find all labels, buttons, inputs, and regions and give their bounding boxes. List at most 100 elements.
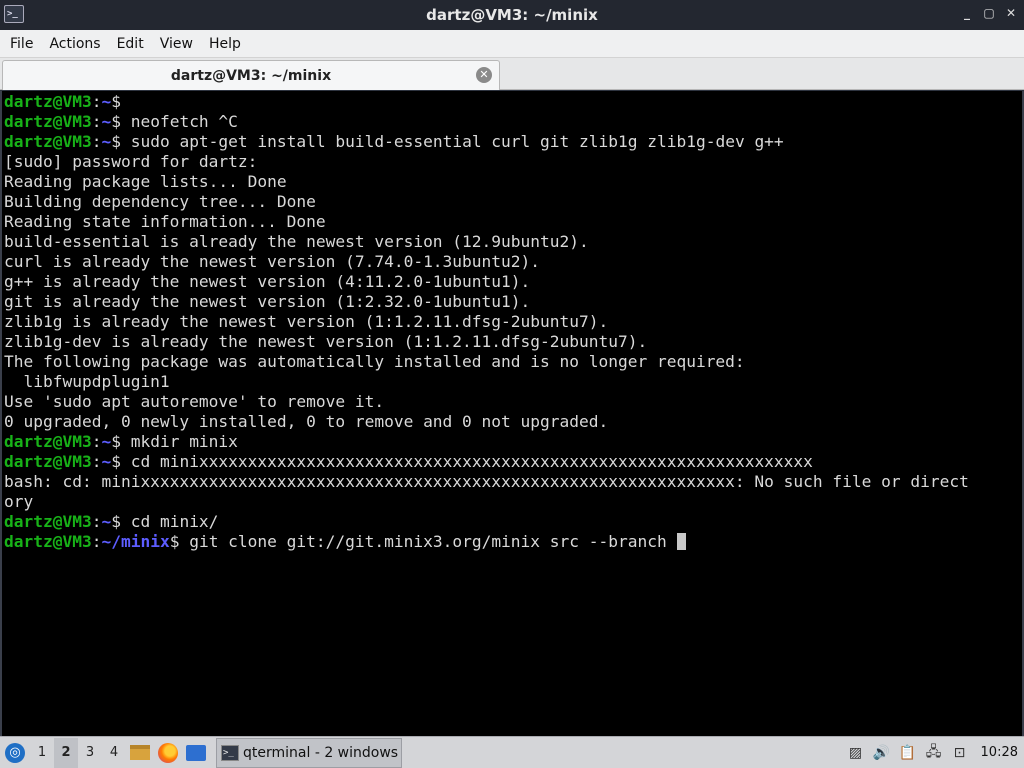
terminal-output-line: build-essential is already the newest ve… (4, 232, 1022, 252)
notifications-icon[interactable]: ▨ (843, 738, 869, 768)
terminal-output-line: ory (4, 492, 1022, 512)
file-manager-launcher[interactable] (126, 738, 154, 768)
terminal-output-line: zlib1g-dev is already the newest version… (4, 332, 1022, 352)
prompt-command: mkdir minix (120, 432, 238, 451)
menu-view[interactable]: View (154, 36, 199, 52)
menu-bar: File Actions Edit View Help (0, 30, 1024, 58)
terminal-output-line: Building dependency tree... Done (4, 192, 1022, 212)
show-desktop-button[interactable] (182, 738, 210, 768)
minimize-button[interactable]: _ (960, 6, 974, 20)
terminal-output-line: Reading state information... Done (4, 212, 1022, 232)
window-title: dartz@VM3: ~/minix (426, 6, 598, 24)
folder-icon (130, 745, 150, 760)
prompt-user-host: dartz@VM3 (4, 92, 92, 111)
menu-actions[interactable]: Actions (43, 36, 106, 52)
output-text: ory (4, 492, 34, 511)
prompt-user-host: dartz@VM3 (4, 452, 92, 471)
terminal-output-line: bash: cd: minixxxxxxxxxxxxxxxxxxxxxxxxxx… (4, 472, 1022, 492)
window-titlebar[interactable]: >_ dartz@VM3: ~/minix _ ▢ ✕ (0, 0, 1024, 30)
terminal-output-line: zlib1g is already the newest version (1:… (4, 312, 1022, 332)
terminal-output-line: Use 'sudo apt autoremove' to remove it. (4, 392, 1022, 412)
terminal-output-line: git is already the newest version (1:2.3… (4, 292, 1022, 312)
window-controls: _ ▢ ✕ (960, 6, 1018, 20)
close-button[interactable]: ✕ (1004, 6, 1018, 20)
maximize-button[interactable]: ▢ (982, 6, 996, 20)
output-text: zlib1g is already the newest version (1:… (4, 312, 609, 331)
system-tray: ▨ 🔊 📋 🖧 ⊡ 10:28 (843, 738, 1024, 768)
terminal-prompt-line: dartz@VM3:~$ sudo apt-get install build-… (4, 132, 784, 151)
terminal-prompt-line: dartz@VM3:~$ cd minix/ (4, 512, 219, 531)
terminal-prompt-line: dartz@VM3:~$ neofetch ^C (4, 112, 238, 131)
clock[interactable]: 10:28 (973, 745, 1024, 760)
output-text: git is already the newest version (1:2.3… (4, 292, 531, 311)
prompt-path: ~ (101, 432, 112, 451)
output-text: Reading package lists... Done (4, 172, 287, 191)
volume-icon[interactable]: 🔊 (869, 738, 895, 768)
tab-bar: dartz@VM3: ~/minix ✕ (0, 58, 1024, 90)
prompt-user-host: dartz@VM3 (4, 532, 92, 551)
output-text: [sudo] password for dartz: (4, 152, 258, 171)
output-text: 0 upgraded, 0 newly installed, 0 to remo… (4, 412, 609, 431)
terminal-icon: >_ (221, 744, 239, 761)
terminal-output-line: libfwupdplugin1 (4, 372, 1022, 392)
lubuntu-logo-icon: ◎ (5, 742, 25, 763)
output-text: The following package was automatically … (4, 352, 745, 371)
output-text: zlib1g-dev is already the newest version… (4, 332, 648, 351)
tab-label: dartz@VM3: ~/minix (170, 67, 332, 84)
prompt-user-host: dartz@VM3 (4, 432, 92, 451)
output-text: curl is already the newest version (7.74… (4, 252, 541, 271)
prompt-path: ~ (101, 112, 112, 131)
tab-terminal[interactable]: dartz@VM3: ~/minix ✕ (2, 60, 500, 90)
taskbar: ◎ 1 2 3 4 >_ qterminal - 2 windows ▨ 🔊 📋… (0, 736, 1024, 768)
firefox-icon (158, 742, 178, 763)
start-menu-button[interactable]: ◎ (0, 738, 30, 768)
desktop-icon (186, 744, 206, 761)
prompt-command: cd minix/ (120, 512, 219, 531)
terminal-icon: >_ (4, 5, 24, 23)
terminal-output-line: g++ is already the newest version (4:11.… (4, 272, 1022, 292)
output-text: bash: cd: minixxxxxxxxxxxxxxxxxxxxxxxxxx… (4, 472, 969, 491)
output-text: Building dependency tree... Done (4, 192, 316, 211)
menu-edit[interactable]: Edit (111, 36, 150, 52)
prompt-command: sudo apt-get install build-essential cur… (120, 132, 784, 151)
prompt-path: ~/minix (101, 532, 170, 551)
prompt-user-host: dartz@VM3 (4, 132, 92, 151)
terminal-prompt-line: dartz@VM3:~$ (4, 92, 121, 111)
output-text: g++ is already the newest version (4:11.… (4, 272, 531, 291)
prompt-path: ~ (101, 512, 112, 531)
task-label: qterminal - 2 windows (243, 744, 399, 761)
desktop-2-button[interactable]: 2 (54, 737, 78, 768)
network-icon[interactable]: 🖧 (921, 738, 947, 768)
prompt-path: ~ (101, 132, 112, 151)
taskbar-task-qterminal[interactable]: >_ qterminal - 2 windows (216, 737, 402, 768)
terminal-output-line: [sudo] password for dartz: (4, 152, 1022, 172)
terminal-prompt-line: dartz@VM3:~$ mkdir minix (4, 432, 238, 451)
desktop-3-button[interactable]: 3 (78, 738, 102, 768)
menu-help[interactable]: Help (203, 36, 247, 52)
desktop-1-button[interactable]: 1 (30, 738, 54, 768)
output-text: build-essential is already the newest ve… (4, 232, 589, 251)
text-cursor (677, 533, 687, 550)
terminal-output-line: curl is already the newest version (7.74… (4, 252, 1022, 272)
terminal-output[interactable]: dartz@VM3:~$ dartz@VM3:~$ neofetch ^C dart… (0, 91, 1024, 736)
prompt-path: ~ (101, 452, 112, 471)
output-text: Use 'sudo apt autoremove' to remove it. (4, 392, 385, 411)
terminal-prompt-line: dartz@VM3:~/minix$ git clone git://git.m… (4, 532, 1022, 552)
prompt-command: neofetch ^C (120, 112, 238, 131)
output-text: Reading state information... Done (4, 212, 326, 231)
prompt-path: ~ (101, 92, 112, 111)
prompt-command: cd minixxxxxxxxxxxxxxxxxxxxxxxxxxxxxxxxx… (120, 452, 813, 471)
prompt-user-host: dartz@VM3 (4, 512, 92, 531)
firefox-launcher[interactable] (154, 738, 182, 768)
clipboard-icon[interactable]: 📋 (895, 738, 921, 768)
terminal-prompt-line: dartz@VM3:~$ cd minixxxxxxxxxxxxxxxxxxxx… (4, 452, 813, 471)
prompt-command: git clone git://git.minix3.org/minix src… (179, 532, 677, 551)
menu-file[interactable]: File (4, 36, 39, 52)
prompt-user-host: dartz@VM3 (4, 112, 92, 131)
output-text: libfwupdplugin1 (4, 372, 170, 391)
update-icon[interactable]: ⊡ (947, 738, 973, 768)
desktop-4-button[interactable]: 4 (102, 738, 126, 768)
terminal-output-line: Reading package lists... Done (4, 172, 1022, 192)
terminal-output-line: 0 upgraded, 0 newly installed, 0 to remo… (4, 412, 1022, 432)
tab-close-icon[interactable]: ✕ (476, 67, 492, 83)
